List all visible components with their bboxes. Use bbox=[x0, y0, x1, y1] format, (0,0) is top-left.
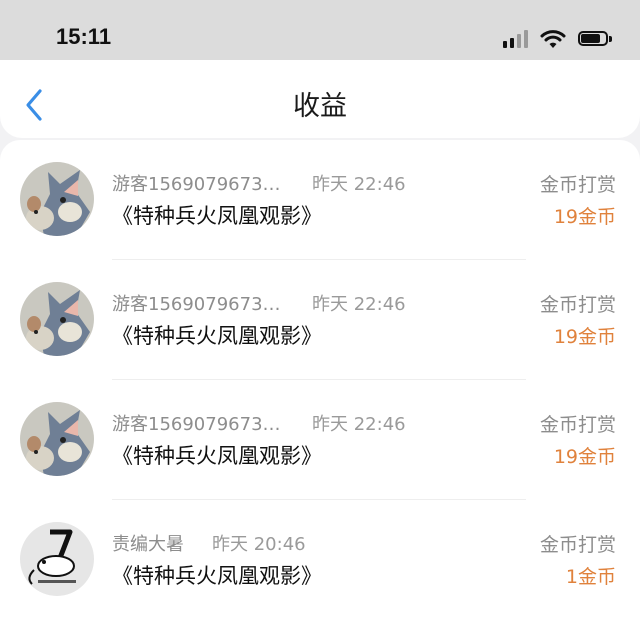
wifi-icon bbox=[540, 30, 566, 48]
avatar bbox=[20, 282, 94, 356]
user-name: 游客1569079673… bbox=[112, 294, 281, 315]
reward-type: 金币打赏 bbox=[539, 414, 616, 436]
reward-type: 金币打赏 bbox=[539, 174, 616, 196]
earnings-list: 游客1569079673… 昨天 22:46 《特种兵火凤凰观影》 金币打赏 1… bbox=[0, 140, 640, 630]
avatar bbox=[20, 522, 94, 596]
signal-icon bbox=[503, 30, 528, 48]
user-name: 游客1569079673… bbox=[112, 174, 281, 195]
list-item[interactable]: 责编大暑 昨天 20:46 《特种兵火凤凰观影》 金币打赏 1金币 bbox=[0, 500, 640, 620]
avatar bbox=[20, 402, 94, 476]
reward-amount: 19金币 bbox=[553, 326, 616, 348]
book-title: 《特种兵火凤凰观影》 bbox=[112, 324, 322, 348]
reward-amount: 19金币 bbox=[553, 206, 616, 228]
book-title: 《特种兵火凤凰观影》 bbox=[112, 444, 322, 468]
user-name: 游客1569079673… bbox=[112, 414, 281, 435]
reward-amount: 1金币 bbox=[565, 566, 616, 588]
timestamp: 昨天 22:46 bbox=[312, 294, 406, 315]
status-bar: 15:11 bbox=[0, 0, 640, 60]
page-title: 收益 bbox=[293, 91, 347, 122]
battery-icon bbox=[578, 30, 612, 48]
book-title: 《特种兵火凤凰观影》 bbox=[112, 564, 322, 588]
reward-type: 金币打赏 bbox=[539, 294, 616, 316]
timestamp: 昨天 22:46 bbox=[312, 414, 406, 435]
timestamp: 昨天 20:46 bbox=[212, 534, 306, 555]
list-item[interactable]: 游客1569079673… 昨天 22:46 《特种兵火凤凰观影》 金币打赏 1… bbox=[0, 260, 640, 380]
list-item[interactable]: 游客1569079673… 昨天 22:46 《特种兵火凤凰观影》 金币打赏 1… bbox=[0, 140, 640, 260]
avatar bbox=[20, 162, 94, 236]
reward-amount: 19金币 bbox=[553, 446, 616, 468]
reward-type: 金币打赏 bbox=[539, 534, 616, 556]
status-icons bbox=[503, 28, 612, 50]
user-name: 责编大暑 bbox=[112, 534, 184, 555]
book-title: 《特种兵火凤凰观影》 bbox=[112, 204, 322, 228]
timestamp: 昨天 22:46 bbox=[312, 174, 406, 195]
status-time: 15:11 bbox=[56, 24, 112, 49]
list-item[interactable]: 游客1569079673… 昨天 22:46 《特种兵火凤凰观影》 金币打赏 1… bbox=[0, 380, 640, 500]
